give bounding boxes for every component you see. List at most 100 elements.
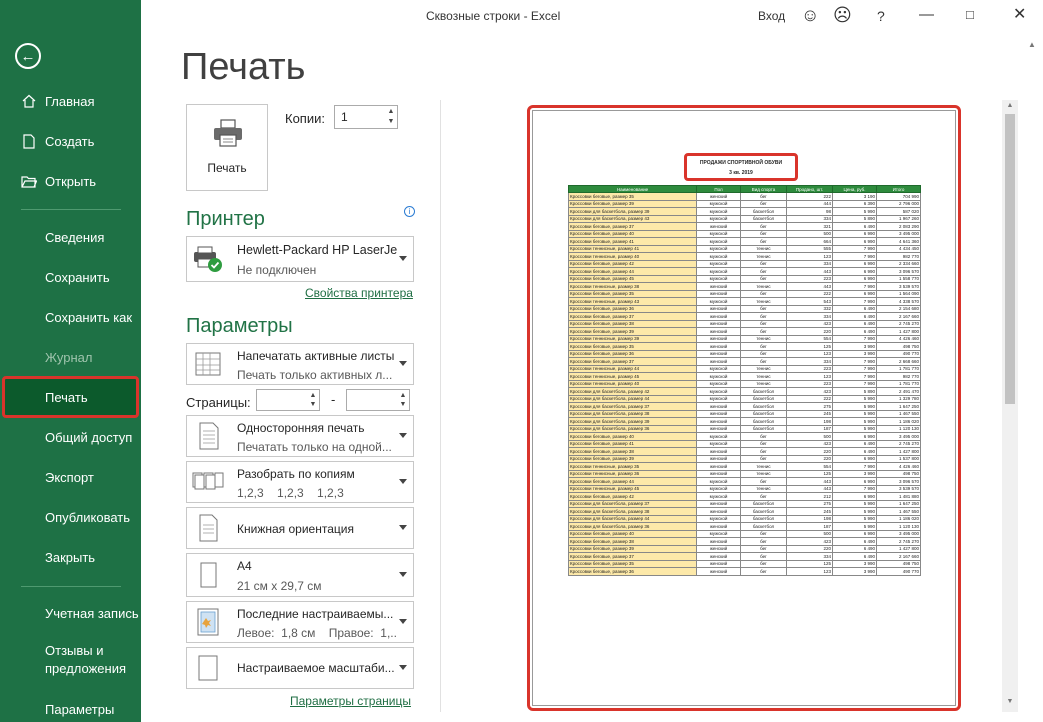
scaling-dropdown[interactable]: Настраиваемое масштаби... bbox=[186, 647, 414, 689]
table-cell: мужской bbox=[696, 199, 741, 208]
sidebar-item-close[interactable]: Закрыть bbox=[0, 542, 141, 572]
table-cell: бег bbox=[740, 454, 787, 463]
scroll-up-top-icon[interactable]: ▲ bbox=[1028, 40, 1036, 49]
table-cell: 1 120 130 bbox=[876, 424, 921, 433]
table-cell: 2 167 660 bbox=[876, 312, 921, 321]
chevron-down-icon bbox=[399, 479, 407, 484]
sidebar-item-publish[interactable]: Опубликовать bbox=[0, 502, 141, 532]
scroll-up-icon[interactable]: ▲ bbox=[1005, 102, 1015, 109]
scroll-down-icon[interactable]: ▼ bbox=[1005, 698, 1015, 705]
paper-size-dropdown[interactable]: A4 21 см x 29,7 см bbox=[186, 553, 414, 597]
table-cell: Кроссовки для баскетбола, размер 38 bbox=[568, 507, 697, 516]
collate-dropdown[interactable]: Разобрать по копиям 1,2,3 1,2,3 1,2,3 bbox=[186, 461, 414, 503]
sidebar-item-account[interactable]: Учетная запись bbox=[0, 598, 141, 628]
close-icon[interactable]: ✕ bbox=[1013, 5, 1026, 25]
table-row: Кроссовки беговые, размер 37 женский бег 33… bbox=[568, 357, 921, 366]
back-arrow-icon[interactable]: ← bbox=[15, 43, 41, 69]
frown-icon[interactable]: ☹ bbox=[833, 4, 852, 26]
title-bar: Сквозные строки - Excel Вход ☺ ☹ ? — □ ✕ bbox=[141, 0, 1043, 32]
table-cell: 212 bbox=[786, 492, 833, 501]
table-cell: женский bbox=[696, 522, 741, 531]
table-cell: 444 bbox=[786, 199, 833, 208]
table-cell: бег bbox=[740, 342, 787, 351]
table-cell: баскетбол bbox=[740, 499, 787, 508]
sidebar-item-save[interactable]: Сохранить bbox=[0, 262, 141, 292]
table-cell: Кроссовки беговые, размер 37 bbox=[568, 552, 697, 561]
sidebar-item-options[interactable]: Параметры bbox=[0, 694, 141, 722]
sidebar-item-feedback[interactable]: Отзывы и предложения bbox=[0, 640, 126, 680]
new-document-icon bbox=[21, 133, 37, 149]
pages-from-down-icon[interactable]: ▼ bbox=[308, 400, 318, 410]
sidebar-item-export[interactable]: Экспорт bbox=[0, 462, 141, 492]
table-cell: 245 bbox=[786, 507, 833, 516]
preview-scrollbar[interactable]: ▲ ▼ bbox=[1002, 100, 1018, 712]
table-cell: 543 bbox=[786, 297, 833, 306]
sidebar-item-label: Открыть bbox=[45, 173, 97, 189]
table-cell: Кроссовки беговые, размер 35 bbox=[568, 289, 697, 298]
table-cell: 6 990 bbox=[832, 259, 877, 268]
info-icon[interactable]: i bbox=[404, 206, 415, 217]
printer-dropdown[interactable]: Hewlett-Packard HP LaserJe... Не подключ… bbox=[186, 236, 414, 282]
table-cell: женский bbox=[696, 499, 741, 508]
print-what-dropdown[interactable]: Напечатать активные листы Печать только … bbox=[186, 343, 414, 385]
sidebar-item-new[interactable]: Создать bbox=[0, 126, 141, 156]
paper-size-label: A4 bbox=[237, 559, 252, 573]
sidebar-item-print[interactable]: Печать bbox=[0, 382, 141, 412]
excel-print-backstage: ← Главная Создать Открыть Сведения Сохра… bbox=[0, 0, 1043, 722]
table-row: Кроссовки для баскетбола, размер 44 мужск… bbox=[568, 514, 921, 523]
table-cell: 6 490 bbox=[832, 327, 877, 336]
table-cell: Кроссовки теннисные, размер 45 bbox=[568, 372, 697, 381]
printer-name: Hewlett-Packard HP LaserJe... bbox=[237, 243, 397, 257]
table-cell: 982 770 bbox=[876, 372, 921, 381]
table-cell: Кроссовки для баскетбола, размер 44 bbox=[568, 394, 697, 403]
sign-in-link[interactable]: Вход bbox=[758, 9, 785, 23]
table-cell: теннис bbox=[740, 334, 787, 343]
orientation-dropdown[interactable]: Книжная ориентация bbox=[186, 507, 414, 549]
minimize-icon[interactable]: — bbox=[919, 5, 934, 25]
table-cell: 6 490 bbox=[832, 222, 877, 231]
smile-icon[interactable]: ☺ bbox=[801, 4, 819, 26]
margins-dropdown[interactable]: Последние настраиваемы... Левое: 1,8 см … bbox=[186, 601, 414, 643]
copies-up-icon[interactable]: ▲ bbox=[386, 107, 396, 117]
table-cell: 587 020 bbox=[876, 207, 921, 216]
copies-down-icon[interactable]: ▼ bbox=[386, 117, 396, 127]
table-cell: Кроссовки для баскетбола, размер 37 bbox=[568, 402, 697, 411]
table-cell: теннис bbox=[740, 469, 787, 478]
table-cell: 498 750 bbox=[876, 559, 921, 568]
sidebar-divider bbox=[21, 586, 121, 587]
table-row: Кроссовки беговые, размер 40 мужской бег 50… bbox=[568, 432, 921, 441]
sidebar-item-home[interactable]: Главная bbox=[0, 86, 141, 116]
table-cell: бег bbox=[740, 289, 787, 298]
sidebar-item-save-as[interactable]: Сохранить как bbox=[0, 302, 141, 332]
page-setup-link[interactable]: Параметры страницы bbox=[290, 694, 411, 708]
table-cell: баскетбол bbox=[740, 409, 787, 418]
table-cell: 223 bbox=[786, 379, 833, 388]
sidebar-item-open[interactable]: Открыть bbox=[0, 166, 141, 196]
scrollbar-thumb[interactable] bbox=[1005, 114, 1015, 404]
table-cell: 443 bbox=[786, 267, 833, 276]
sidebar-item-share[interactable]: Общий доступ bbox=[0, 422, 141, 452]
table-header-cell: Цена, руб. bbox=[832, 185, 877, 193]
printer-properties-link[interactable]: Свойства принтера bbox=[305, 286, 413, 300]
table-cell: женский bbox=[696, 454, 741, 463]
preview-heading-title: ПРОДАЖИ СПОРТИВНОЙ ОБУВИ bbox=[699, 160, 783, 166]
table-header-cell: Наименование bbox=[568, 185, 697, 193]
table-cell: женский bbox=[696, 567, 741, 576]
page-title: Печать bbox=[181, 46, 306, 88]
sidebar-item-label: Общий доступ bbox=[45, 429, 133, 445]
table-cell: 3 990 bbox=[832, 567, 877, 576]
sidebar-item-info[interactable]: Сведения bbox=[0, 222, 141, 252]
table-cell: 7 990 bbox=[832, 484, 877, 493]
print-button[interactable]: Печать bbox=[186, 104, 268, 191]
table-row: Кроссовки теннисные, размер 35 женский тен… bbox=[568, 462, 921, 471]
table-row: Кроссовки для баскетбола, размер 39 мужск… bbox=[568, 207, 921, 216]
sides-dropdown[interactable]: Односторонняя печать Печатать только на … bbox=[186, 415, 414, 457]
help-icon[interactable]: ? bbox=[877, 8, 885, 24]
table-cell: 2 491 470 bbox=[876, 387, 921, 396]
pages-to-down-icon[interactable]: ▼ bbox=[398, 400, 408, 410]
table-cell: женский bbox=[696, 357, 741, 366]
table-cell: 7 990 bbox=[832, 379, 877, 388]
maximize-icon[interactable]: □ bbox=[966, 5, 974, 25]
table-cell: Кроссовки беговые, размер 42 bbox=[568, 492, 697, 501]
table-cell: теннис bbox=[740, 379, 787, 388]
